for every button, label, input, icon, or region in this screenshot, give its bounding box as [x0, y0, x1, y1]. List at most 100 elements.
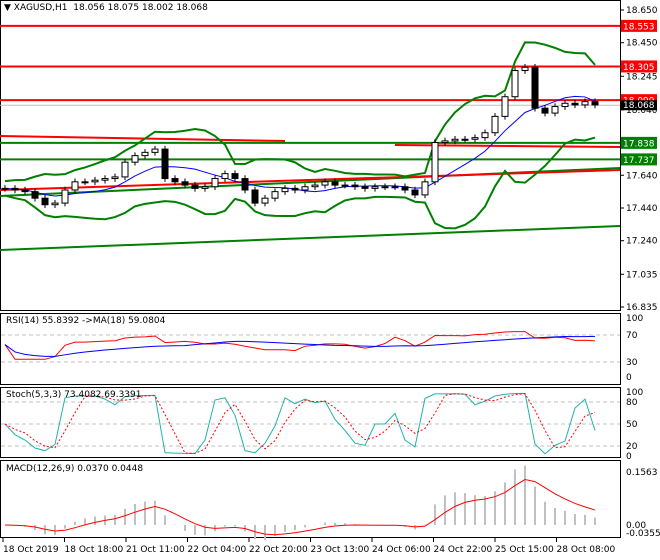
candle-body	[461, 138, 469, 141]
candle-body	[221, 173, 229, 180]
candle-body	[61, 189, 69, 204]
candle-body	[91, 179, 99, 183]
candle-body	[271, 191, 279, 199]
macd-tick-label: 0.1563	[626, 468, 658, 478]
candle-body	[531, 66, 539, 109]
time-tick-label: 21 Oct 11:00	[126, 545, 185, 555]
price-tick-label: 17.035	[626, 270, 658, 280]
macd-title: MACD(12,26,9) 0.0370 0.0448	[6, 464, 144, 474]
macd-signal-line	[4, 479, 596, 536]
price-tick-label: 18.245	[626, 72, 658, 82]
candle-body	[181, 181, 189, 186]
candle-body	[521, 66, 529, 72]
price-tick-label: 16.835	[626, 303, 658, 313]
level-label: 18.305	[623, 63, 655, 73]
rsi-ma-line	[4, 335, 596, 357]
price-tick-label: 18.450	[626, 39, 658, 49]
candle-body	[171, 178, 179, 183]
price-tick-label: 18.650	[626, 6, 658, 16]
rsi-line	[4, 331, 596, 360]
rsi-tick-label: 30	[626, 358, 638, 368]
symbol: XAGUSD,H1	[13, 3, 68, 13]
stoch-tick-label: 80	[626, 398, 638, 408]
rsi-tick-label: 70	[626, 331, 638, 341]
candle-body	[501, 96, 509, 117]
candle-body	[211, 178, 219, 188]
candle-body	[321, 181, 329, 186]
candle-body	[371, 186, 379, 189]
level-label: 18.553	[623, 22, 655, 32]
main-pane	[0, 0, 621, 311]
stoch-tick-label: 50	[626, 420, 638, 430]
time-tick-label: 22 Oct 04:00	[188, 545, 247, 555]
candle-body	[281, 187, 289, 193]
candle-body	[31, 191, 39, 199]
candle-body	[351, 184, 359, 188]
candle-body	[131, 155, 139, 163]
candle-body	[361, 186, 369, 189]
candle-body	[21, 189, 29, 193]
candle-body	[121, 161, 129, 178]
price-tick-label: 17.640	[626, 171, 658, 181]
candle-body	[481, 132, 489, 139]
candle-body	[411, 189, 419, 196]
candle-body	[191, 184, 199, 189]
candle-body	[331, 181, 339, 186]
chart-canvas: 18.65018.45018.24518.04017.64017.44017.2…	[0, 0, 660, 555]
candle-body	[431, 142, 439, 183]
candle-body	[251, 189, 259, 204]
ohlc: 18.056 18.075 18.002 18.068	[73, 3, 208, 13]
support-line	[394, 144, 621, 148]
time-tick-label: 18 Oct 2019	[3, 545, 59, 555]
time-tick-label: 23 Oct 13:00	[311, 545, 370, 555]
time-tick-label: 22 Oct 20:00	[249, 545, 308, 555]
current-price-label: 18.068	[623, 101, 655, 111]
candle-body	[151, 148, 159, 153]
candle-body	[451, 138, 459, 142]
candle-body	[381, 186, 389, 189]
rsi-title: RSI(14) 55.8392 ->MA(18) 59.0804	[6, 316, 166, 326]
candle-body	[231, 173, 239, 180]
candle-body	[551, 106, 559, 114]
candle-body	[1, 187, 9, 190]
level-label: 17.838	[623, 139, 655, 149]
candle-body	[591, 101, 599, 106]
candle-body	[421, 181, 429, 196]
candle-body	[161, 148, 169, 180]
stoch-tick-label: 100	[626, 388, 643, 398]
candle-body	[41, 197, 49, 206]
candle-body	[391, 186, 399, 189]
candle-body	[141, 151, 149, 157]
trend-line	[0, 225, 621, 251]
candle-body	[81, 181, 89, 184]
time-tick-label: 24 Oct 22:00	[434, 545, 493, 555]
stoch-title: Stoch(5,3,3) 73.4082 69.3391	[6, 390, 142, 400]
candle-body	[261, 197, 269, 204]
candle-body	[11, 187, 19, 191]
candle-body	[311, 184, 319, 188]
dropdown-triangle-icon[interactable]: ▼	[4, 3, 14, 13]
candle-body	[581, 101, 589, 106]
candle-body	[101, 178, 109, 181]
candle-body	[111, 176, 119, 180]
rsi-tick-label: 0	[626, 373, 632, 383]
chart-header[interactable]: ▼ XAGUSD,H1 18.056 18.075 18.002 18.068	[4, 3, 208, 13]
candle-body	[71, 181, 79, 191]
macd-tick-label: -0.0355	[626, 529, 660, 539]
candle-body	[541, 107, 549, 114]
time-tick-label: 24 Oct 06:00	[372, 545, 431, 555]
time-tick-label: 28 Oct 08:00	[557, 545, 616, 555]
stoch-tick-label: 0	[626, 452, 632, 462]
trading-chart: 18.650 18.450 18.245 18.040 17.640 17.440 17.2…	[0, 0, 660, 560]
price-tick-label: 17.440	[626, 204, 658, 214]
level-label: 17.737	[623, 156, 655, 166]
candle-body	[51, 202, 59, 206]
candle-body	[341, 184, 349, 187]
candle-body	[471, 137, 479, 140]
time-tick-label: 18 Oct 18:00	[65, 545, 124, 555]
candle-body	[561, 102, 569, 108]
candle-body	[441, 140, 449, 144]
candle-body	[301, 186, 309, 191]
candle-body	[201, 186, 209, 189]
candle-body	[291, 187, 299, 191]
